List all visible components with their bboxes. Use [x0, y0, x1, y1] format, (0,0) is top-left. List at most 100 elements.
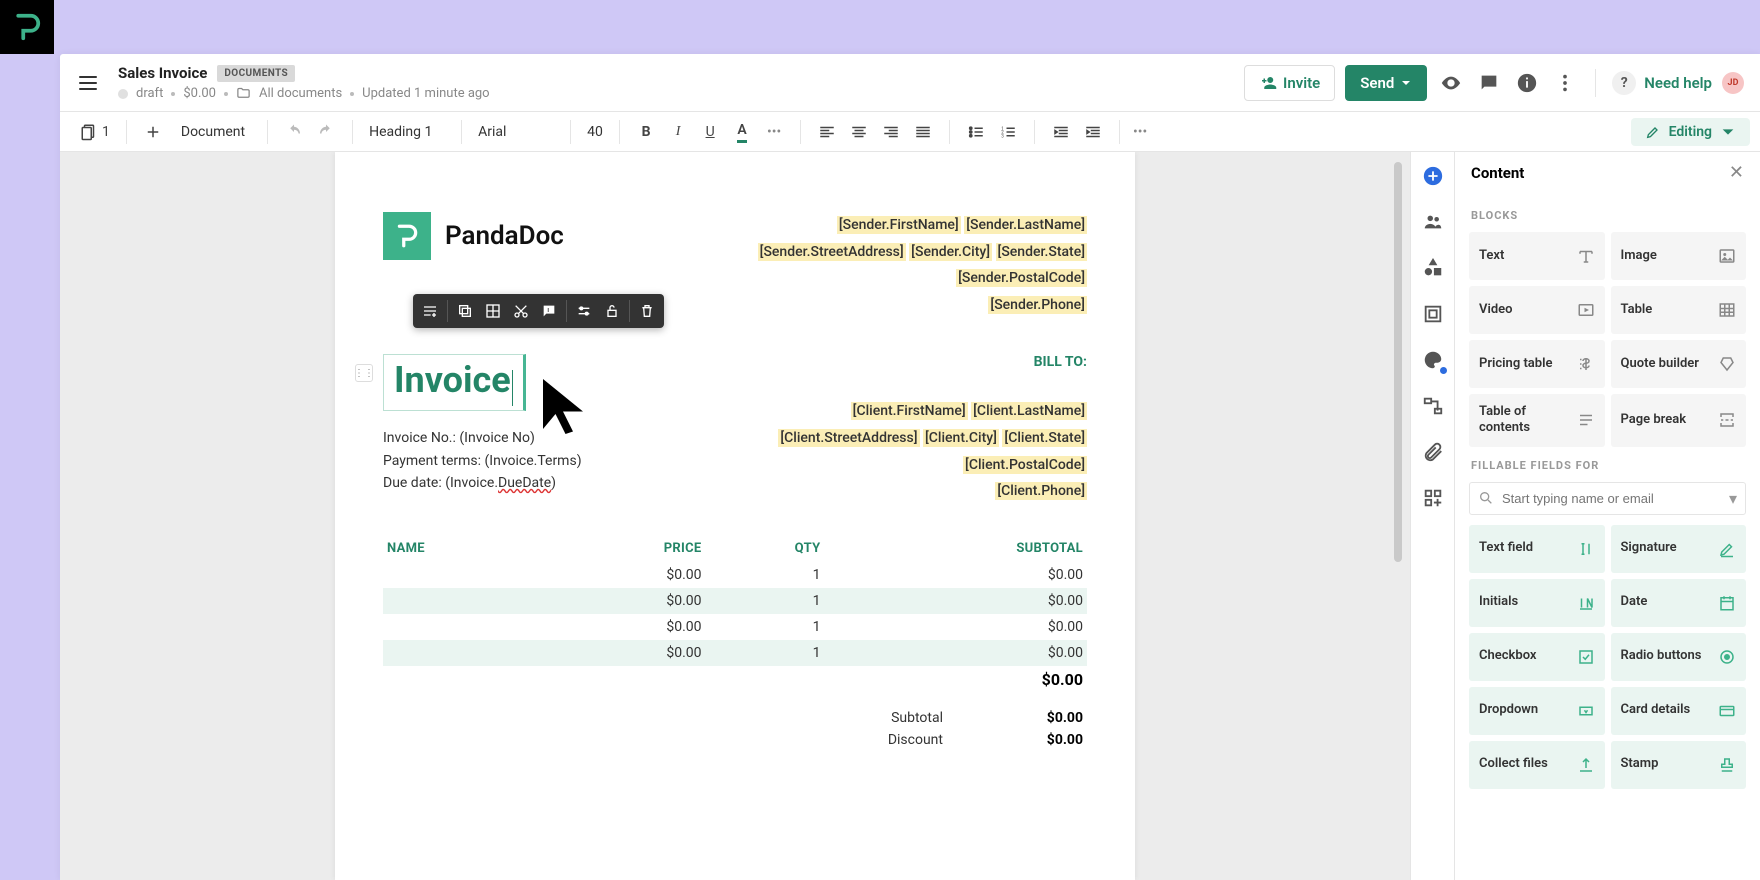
rail-attachments-button[interactable]	[1419, 438, 1447, 466]
align-justify-button[interactable]	[909, 118, 937, 146]
mode-toggle[interactable]: Editing	[1631, 118, 1750, 146]
block-pagebreak[interactable]: Page break	[1611, 394, 1747, 447]
align-center-button[interactable]	[845, 118, 873, 146]
field-initials[interactable]: Initials	[1469, 579, 1605, 627]
date-icon	[1718, 594, 1736, 612]
signature-icon	[1718, 540, 1736, 558]
send-button[interactable]: Send	[1345, 65, 1427, 101]
italic-button[interactable]: I	[664, 118, 692, 146]
bold-button[interactable]: B	[632, 118, 660, 146]
add-button[interactable]	[139, 118, 167, 146]
underline-button[interactable]: U	[696, 118, 724, 146]
block-image[interactable]: Image	[1611, 232, 1747, 280]
undo-button[interactable]	[280, 118, 308, 146]
table-row[interactable]: $0.001$0.00	[383, 640, 1087, 666]
redo-icon	[317, 123, 335, 141]
invite-button[interactable]: Invite	[1244, 65, 1335, 101]
align-right-button[interactable]	[877, 118, 905, 146]
block-grid-button[interactable]	[480, 298, 506, 324]
block-comment-button[interactable]	[536, 298, 562, 324]
block-add-button[interactable]	[417, 298, 443, 324]
field-stamp[interactable]: Stamp	[1611, 741, 1747, 789]
blk-label: Initials	[1479, 594, 1518, 610]
number-list-button[interactable]: 123	[994, 118, 1022, 146]
sender-block[interactable]: [Sender.FirstName] [Sender.LastName] [Se…	[758, 212, 1087, 318]
block-cut-button[interactable]	[508, 298, 534, 324]
card-icon	[1718, 702, 1736, 720]
table-row[interactable]: $0.001$0.00	[383, 614, 1087, 640]
client-block[interactable]: [Client.FirstName] [Client.LastName] [Cl…	[778, 398, 1087, 504]
document-page[interactable]: PandaDoc [Sender.FirstName] [Sender.Last…	[335, 152, 1135, 880]
outdent-button[interactable]	[1047, 118, 1075, 146]
block-delete-button[interactable]	[634, 298, 660, 324]
scrollbar[interactable]	[1394, 162, 1402, 562]
block-quote[interactable]: Quote builder	[1611, 340, 1747, 388]
block-toc[interactable]: Table of contents	[1469, 394, 1605, 447]
invoice-meta[interactable]: Invoice No.: (Invoice No) Payment terms:…	[383, 427, 582, 494]
bullet-list-button[interactable]	[962, 118, 990, 146]
font-dropdown[interactable]: Arial	[468, 124, 564, 140]
field-radio[interactable]: Radio buttons	[1611, 633, 1747, 681]
block-settings-button[interactable]	[571, 298, 597, 324]
rail-recipients-button[interactable]	[1419, 208, 1447, 236]
block-pricing[interactable]: Pricing table	[1469, 340, 1605, 388]
block-video[interactable]: Video	[1469, 286, 1605, 334]
doc-title[interactable]: Sales Invoice	[118, 64, 207, 82]
redo-button[interactable]	[312, 118, 340, 146]
more-format-button[interactable]: •••	[1126, 118, 1154, 146]
rail-content-button[interactable]	[1419, 162, 1447, 190]
block-toolbar	[413, 294, 664, 328]
discount-val: $0.00	[1003, 732, 1083, 748]
rail-variables-button[interactable]	[1419, 254, 1447, 282]
pricing-table[interactable]: NAME PRICE QTY SUBTOTAL $0.001$0.00 $0.0…	[383, 535, 1087, 666]
table-row[interactable]: $0.001$0.00	[383, 562, 1087, 588]
text-color-button[interactable]: A	[728, 118, 756, 146]
field-checkbox[interactable]: Checkbox	[1469, 633, 1605, 681]
rail-apps-button[interactable]	[1419, 484, 1447, 512]
rail-design-button[interactable]	[1419, 300, 1447, 328]
folder-name[interactable]: All documents	[259, 86, 342, 101]
field-dropdown[interactable]: Dropdown	[1469, 687, 1605, 735]
block-text[interactable]: Text	[1469, 232, 1605, 280]
field-upload[interactable]: Collect files	[1469, 741, 1605, 789]
block-duplicate-button[interactable]	[452, 298, 478, 324]
block-table[interactable]: Table	[1611, 286, 1747, 334]
dropdown-icon	[1577, 702, 1595, 720]
chevron-down-icon	[1720, 124, 1736, 140]
field-signature[interactable]: Signature	[1611, 525, 1747, 573]
field-card[interactable]: Card details	[1611, 687, 1747, 735]
recipient-search-input[interactable]	[1502, 491, 1721, 506]
client-phone: [Client.Phone]	[995, 482, 1087, 500]
align-left-button[interactable]	[813, 118, 841, 146]
size-dropdown[interactable]: 40	[577, 124, 613, 140]
preview-button[interactable]	[1437, 69, 1465, 97]
field-textfield[interactable]: Text field	[1469, 525, 1605, 573]
rail-workflow-button[interactable]	[1419, 392, 1447, 420]
rail-theme-button[interactable]	[1419, 346, 1447, 374]
block-lock-button[interactable]	[599, 298, 625, 324]
cell: $0.00	[824, 588, 1087, 614]
more-button[interactable]	[1551, 69, 1579, 97]
panel-close-button[interactable]: ✕	[1729, 162, 1744, 183]
comments-button[interactable]	[1475, 69, 1503, 97]
sender-postal: [Sender.PostalCode]	[956, 269, 1087, 287]
info-button[interactable]	[1513, 69, 1541, 97]
more-text-button[interactable]: •••	[760, 118, 788, 146]
table-row[interactable]: $0.001$0.00	[383, 588, 1087, 614]
meta-due-error: DueDate	[498, 475, 551, 491]
help-button[interactable]: ? Need help	[1612, 71, 1712, 95]
drag-handle[interactable]: ⋮⋮	[355, 364, 373, 382]
pages-button[interactable]: 1	[76, 118, 114, 146]
menu-hamburger[interactable]	[76, 71, 100, 95]
send-label: Send	[1360, 74, 1394, 92]
indent-button[interactable]	[1079, 118, 1107, 146]
recipient-search[interactable]: ▾	[1469, 482, 1746, 515]
invoice-heading-block[interactable]: Invoice	[383, 354, 526, 411]
style-dropdown[interactable]: Heading 1	[359, 124, 455, 140]
image-icon	[1718, 247, 1736, 265]
chevron-down-icon[interactable]: ▾	[1729, 489, 1737, 508]
user-avatar[interactable]: JD	[1722, 72, 1744, 94]
document-dropdown[interactable]: Document	[171, 124, 255, 140]
quote-icon	[1718, 355, 1736, 373]
field-date[interactable]: Date	[1611, 579, 1747, 627]
